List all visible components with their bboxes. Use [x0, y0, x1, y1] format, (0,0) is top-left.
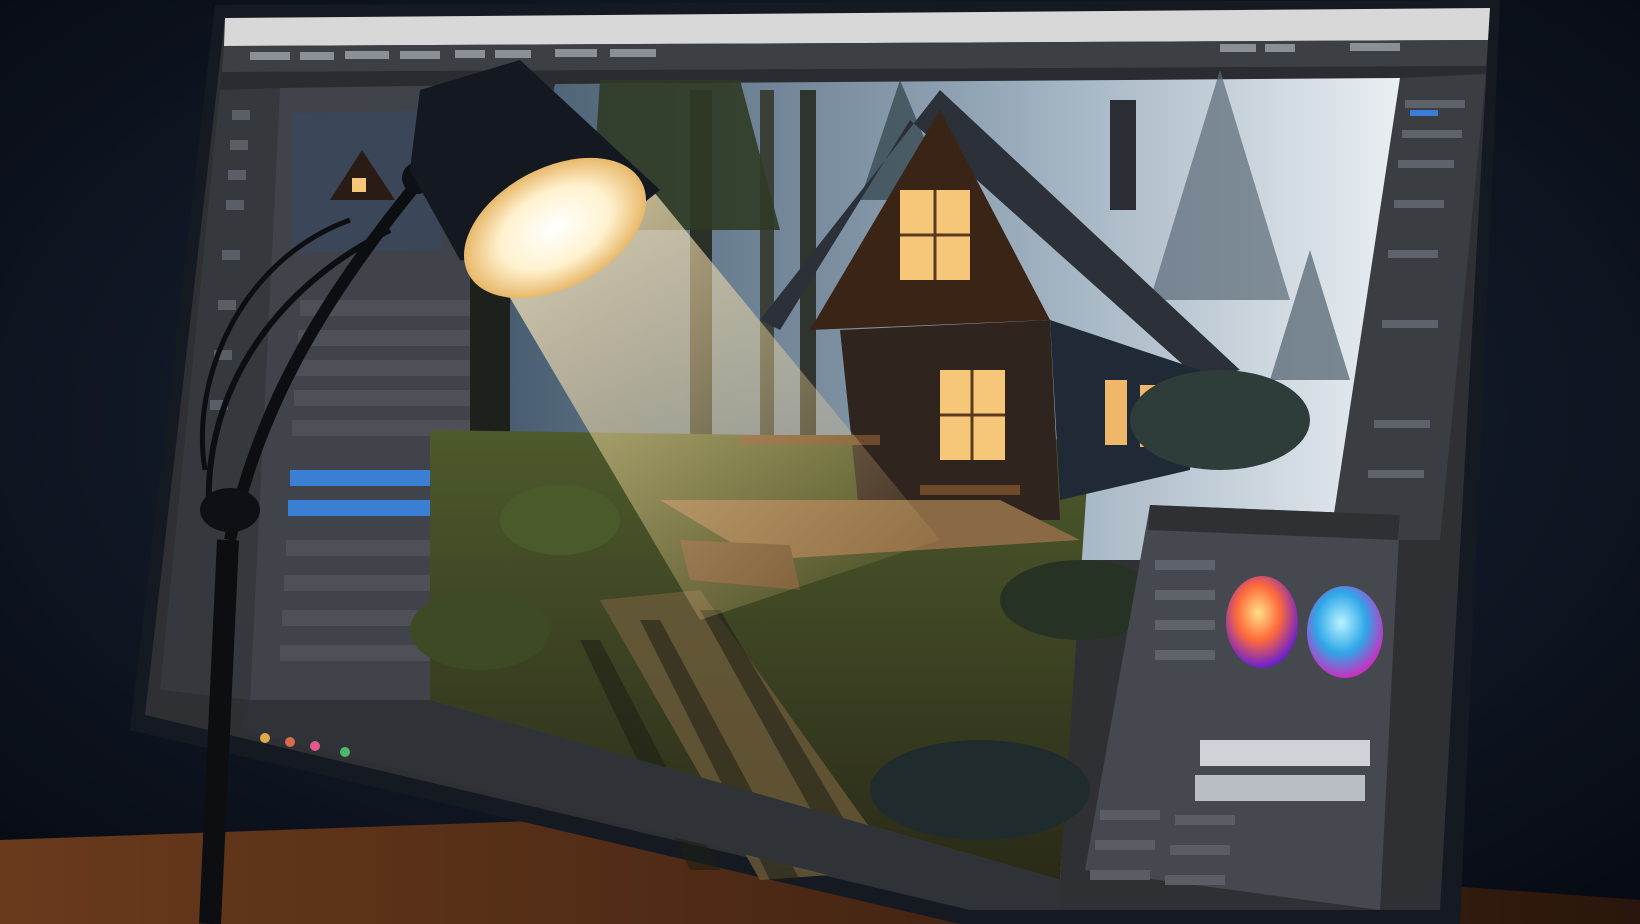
photo-scene [0, 0, 1640, 924]
chimney [1110, 100, 1136, 210]
color-wheel-warm[interactable] [1226, 576, 1298, 668]
porch-bench [920, 485, 1020, 495]
navigator-window-thumb [352, 178, 366, 192]
color-wheel-cool[interactable] [1307, 586, 1383, 678]
cabin-window-side-1 [1105, 380, 1127, 445]
